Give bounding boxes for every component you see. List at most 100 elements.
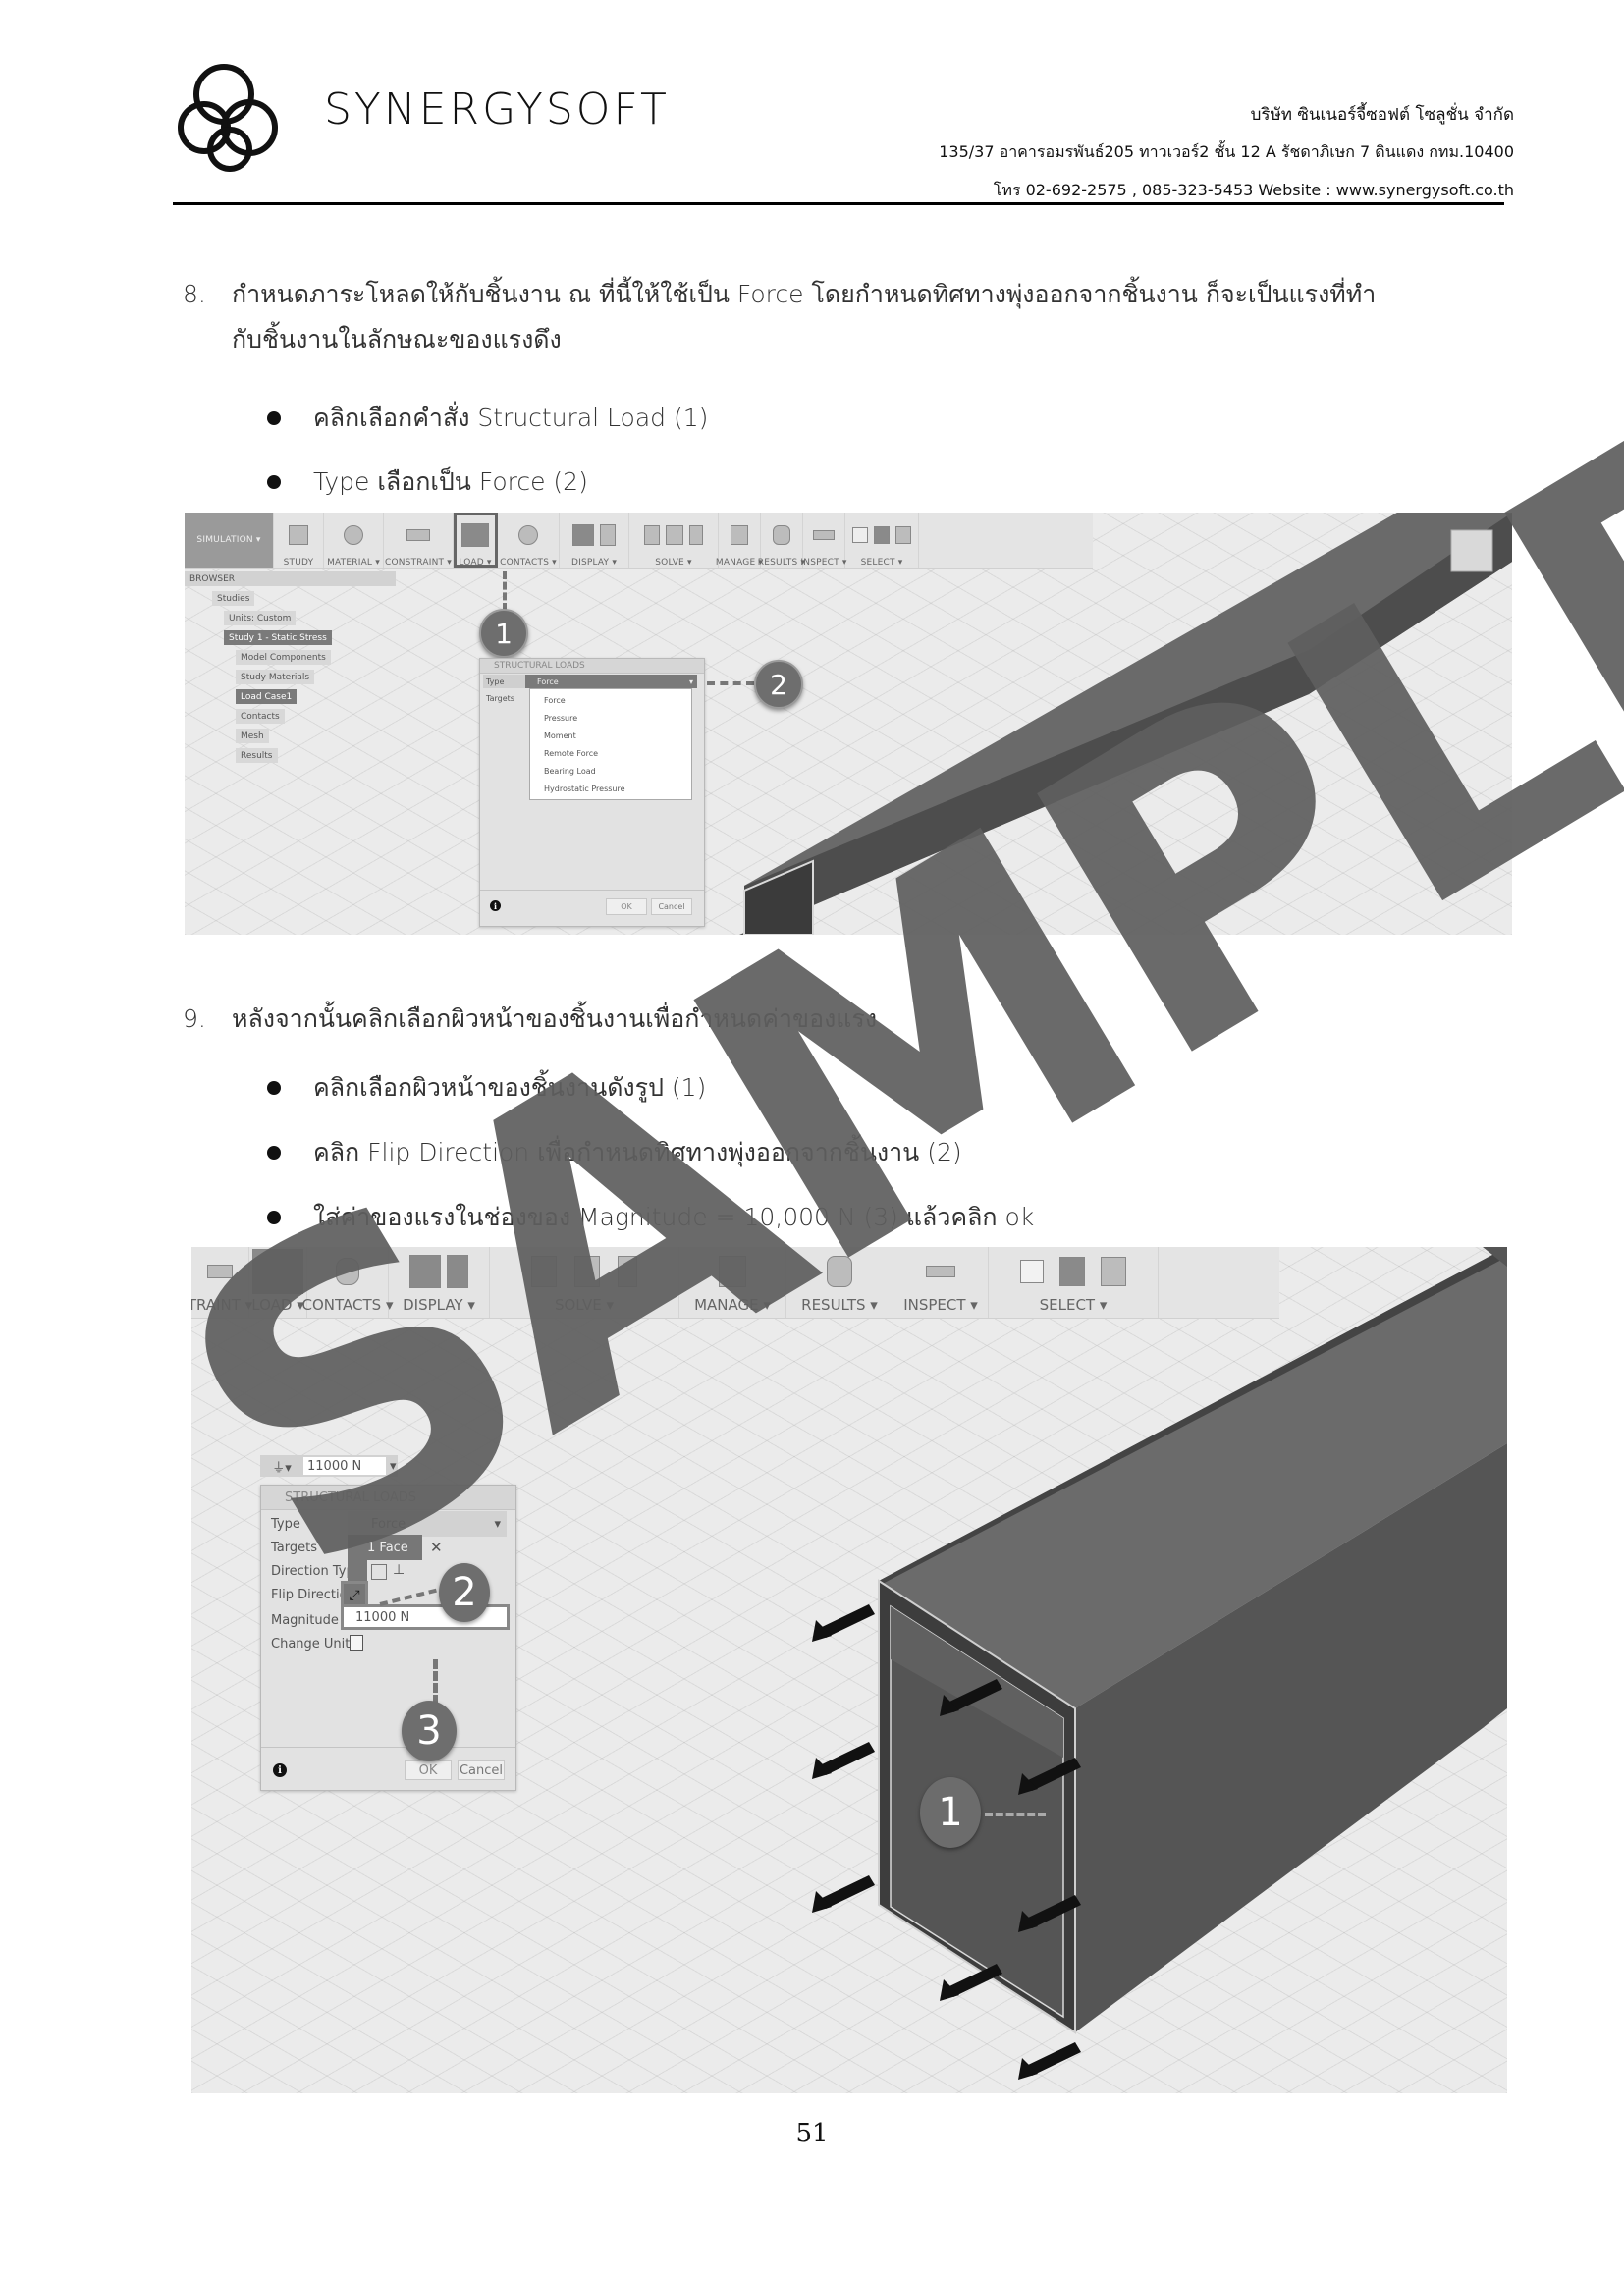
results-icon — [773, 525, 790, 545]
option-hydrostatic-pressure[interactable]: Hydrostatic Pressure — [530, 780, 691, 797]
toolbar-select[interactable]: SELECT ▾ — [845, 513, 919, 568]
info-icon[interactable]: i — [490, 900, 501, 911]
results-icon — [827, 1256, 852, 1287]
ribbon-toolbar: SIMULATION ▾ STUDY MATERIAL ▾ CONSTRAINT… — [185, 513, 1093, 568]
select-window-icon — [1020, 1260, 1044, 1283]
toolbar-load[interactable]: LOAD ▾ — [249, 1247, 307, 1318]
toolbar-display[interactable]: DISPLAY ▾ — [560, 513, 629, 568]
callout-arrow — [707, 681, 754, 685]
force-type-icon[interactable]: ⏚▾ — [260, 1457, 303, 1476]
ribbon-toolbar: TRAINT ▾ LOAD ▾ CONTACTS ▾ DISPLAY ▾ SOL… — [191, 1247, 1279, 1319]
toolbar-display[interactable]: DISPLAY ▾ — [389, 1247, 490, 1318]
option-force[interactable]: Force — [530, 691, 691, 709]
select-body-icon — [1059, 1257, 1085, 1286]
cancel-button[interactable]: Cancel — [651, 898, 692, 915]
browser-item-studies[interactable]: Studies — [212, 591, 255, 606]
structural-loads-dialog: STRUCTURAL LOADS Type Force ▾ Targets Fo… — [479, 658, 705, 927]
toolbar-load[interactable]: LOAD ▾ — [454, 513, 498, 568]
step-9-number: 9. — [183, 1004, 206, 1033]
toolbar-solve[interactable]: SOLVE ▾ — [490, 1247, 679, 1318]
ok-button[interactable]: OK — [606, 898, 647, 915]
flip-direction-button[interactable]: ⤢ — [341, 1581, 368, 1610]
step-8-bullet: คลิกเลือกคำสั่ง Structural Load (1) — [267, 397, 708, 440]
toolbar-results[interactable]: RESULTS ▾ — [786, 1247, 893, 1318]
type-dropdown[interactable]: Type Force ▾ — [483, 675, 697, 688]
mini-magnitude-toolbar: ⏚▾ 11000 N ▾ — [260, 1455, 398, 1477]
direction-face-icon[interactable] — [348, 1560, 367, 1582]
dialog-title: STRUCTURAL LOADS — [261, 1486, 515, 1510]
ok-button[interactable]: OK — [405, 1760, 452, 1780]
contacts-icon — [518, 525, 538, 545]
constraint-icon — [207, 1265, 233, 1278]
display-lock-icon — [600, 524, 616, 546]
screenshot-force-magnitude: 1 TRAINT ▾ LOAD ▾ CONTACTS ▾ DISPLAY ▾ S… — [191, 1247, 1507, 2093]
toolbar-study[interactable]: STUDY — [274, 513, 324, 568]
option-moment[interactable]: Moment — [530, 727, 691, 744]
type-label: Type — [271, 1517, 300, 1532]
toolbar-results[interactable]: RESULTS ▾ — [758, 513, 805, 568]
company-address: 135/37 อาคารอมรพันธ์205 ทาวเวอร์2 ชั้น 1… — [939, 142, 1514, 161]
solve-icon — [531, 1256, 557, 1287]
toolbar-solve[interactable]: SOLVE ▾ — [629, 513, 719, 568]
chevron-down-icon: ▾ — [494, 1516, 501, 1532]
manage-icon — [731, 525, 748, 545]
company-contact: โทร 02-692-2575 , 085-323-5453 Website :… — [993, 181, 1514, 199]
workspace-switcher[interactable]: SIMULATION ▾ — [185, 513, 274, 568]
option-remote-force[interactable]: Remote Force — [530, 744, 691, 762]
option-bearing-load[interactable]: Bearing Load — [530, 762, 691, 780]
targets-selection[interactable]: 1 Face — [348, 1535, 422, 1560]
toolbar-contacts[interactable]: CONTACTS ▾ — [302, 1247, 393, 1318]
toolbar-select[interactable]: SELECT ▾ — [989, 1247, 1159, 1318]
callout-3: 3 — [402, 1701, 457, 1761]
contacts-icon — [336, 1258, 359, 1285]
step-9-bullet: ใส่ค่าของแรงในช่องของ Magnitude = 10,000… — [267, 1196, 1034, 1239]
toolbar-constraint[interactable]: CONSTRAINT ▾ — [384, 513, 454, 568]
browser-item-results[interactable]: Results — [236, 748, 278, 763]
toolbar-manage[interactable]: MANAGE ▾ — [679, 1247, 786, 1318]
select-face-icon — [1101, 1257, 1126, 1286]
load-icon — [252, 1249, 303, 1294]
info-icon[interactable]: i — [273, 1763, 287, 1777]
toolbar-contacts[interactable]: CONTACTS ▾ — [498, 513, 560, 568]
toolbar-manage[interactable]: MANAGE ▾ — [716, 513, 763, 568]
chevron-down-icon[interactable]: ▾ — [386, 1459, 397, 1474]
browser-panel: BROWSER Studies Units: Custom Study 1 - … — [185, 571, 396, 768]
cancel-button[interactable]: Cancel — [458, 1760, 505, 1780]
header-divider — [173, 202, 1504, 205]
direction-angle-icon[interactable] — [371, 1564, 387, 1580]
company-name: บริษัท ซินเนอร์จี้ซอฟต์ โซลูชั่น จำกัด — [1250, 105, 1514, 125]
toolbar-inspect[interactable]: INSPECT ▾ — [893, 1247, 989, 1318]
browser-header[interactable]: BROWSER — [185, 571, 396, 586]
callout-2: 2 — [439, 1563, 490, 1622]
browser-item-contacts[interactable]: Contacts — [236, 709, 285, 724]
browser-item-load-case[interactable]: Load Case1 — [236, 689, 298, 704]
bullet-icon — [267, 475, 281, 489]
callout-1: 1 — [479, 609, 528, 658]
screenshot-structural-load-type: SIMULATION ▾ STUDY MATERIAL ▾ CONSTRAINT… — [185, 513, 1512, 935]
change-units-icon[interactable] — [350, 1635, 363, 1651]
direction-axis-icon[interactable]: ⊥ — [393, 1562, 405, 1578]
browser-item-units[interactable]: Units: Custom — [224, 611, 297, 625]
solve-clear-icon — [689, 525, 703, 545]
toolbar-constraint[interactable]: TRAINT ▾ — [191, 1247, 252, 1318]
select-window-icon — [852, 527, 868, 543]
toolbar-material[interactable]: MATERIAL ▾ — [324, 513, 384, 568]
study-icon — [289, 525, 308, 545]
clear-targets-icon[interactable]: ✕ — [430, 1539, 443, 1556]
mini-magnitude-input[interactable]: 11000 N — [303, 1457, 386, 1475]
solve-icon — [644, 525, 660, 545]
option-pressure[interactable]: Pressure — [530, 709, 691, 727]
select-face-icon — [895, 526, 911, 544]
toolbar-inspect[interactable]: INSPECT ▾ — [800, 513, 846, 568]
bullet-icon — [267, 1146, 281, 1160]
browser-item-study-materials[interactable]: Study Materials — [236, 670, 315, 684]
dialog-title: STRUCTURAL LOADS — [480, 659, 704, 674]
step-8-text-cont: กับชิ้นงานในลักษณะของแรงดึง — [232, 325, 562, 353]
solve-list-icon — [666, 525, 683, 545]
browser-item-study1[interactable]: Study 1 - Static Stress — [224, 630, 332, 645]
browser-item-model-components[interactable]: Model Components — [236, 650, 331, 665]
type-dropdown[interactable]: Force ▾ — [348, 1511, 507, 1537]
step-8-text: กำหนดภาระโหลดให้กับชิ้นงาน ณ ที่นี้ให้ใช… — [232, 280, 1377, 308]
display-lock-icon — [447, 1255, 468, 1288]
browser-item-mesh[interactable]: Mesh — [236, 729, 269, 743]
